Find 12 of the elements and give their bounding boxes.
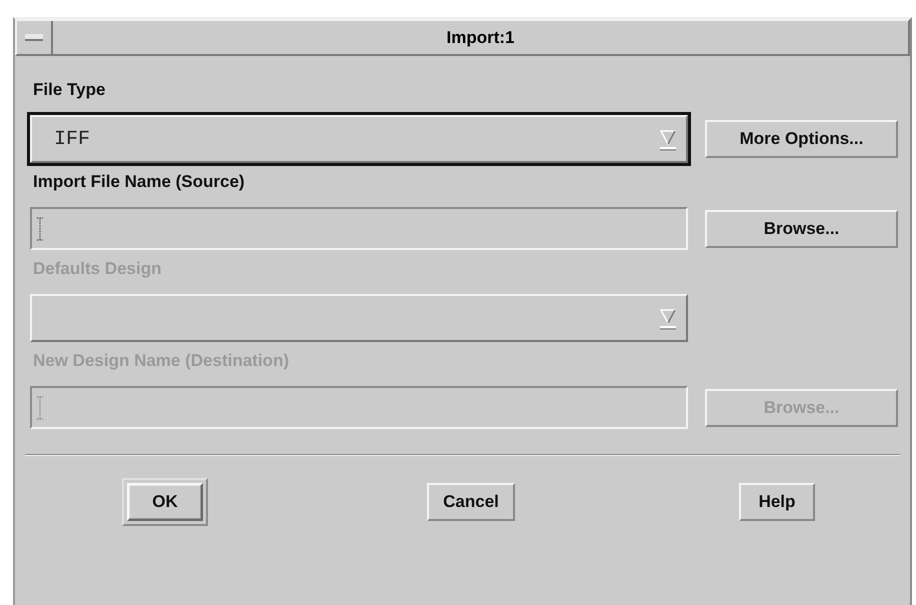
text-cursor-icon [36, 396, 44, 420]
input-field[interactable] [30, 207, 688, 250]
side-button[interactable]: Browse... [705, 210, 898, 248]
dialog-button[interactable]: Cancel [427, 483, 515, 521]
field-label: File Type [33, 80, 106, 101]
dropdown-value: IFF [54, 128, 92, 150]
field-label: Import File Name (Source) [33, 172, 246, 193]
dialog-button[interactable]: Help [739, 483, 815, 521]
side-button[interactable]: More Options... [705, 120, 898, 158]
window-title: Import:1 [446, 28, 516, 48]
text-cursor-icon [36, 216, 44, 240]
dropdown[interactable]: IFF [30, 115, 688, 163]
